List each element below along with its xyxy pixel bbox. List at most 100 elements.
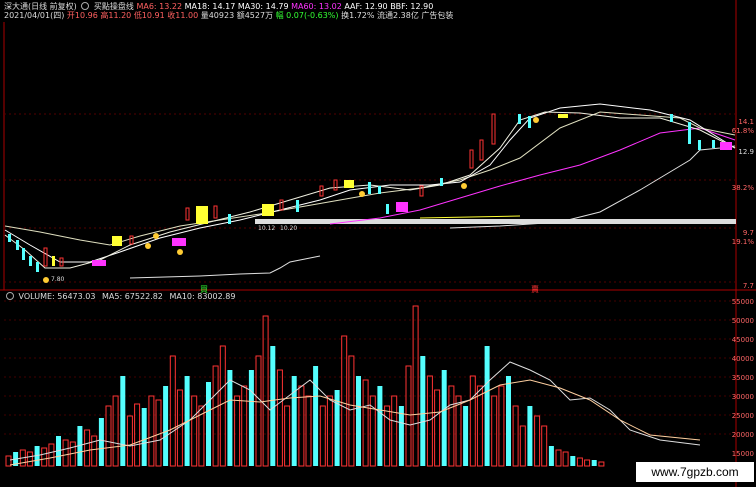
vol-axis-label: 40000	[731, 355, 754, 363]
candle	[185, 207, 190, 221]
volume-bar	[469, 375, 476, 467]
volume-bar	[362, 379, 369, 467]
candle	[440, 178, 443, 186]
vol-axis-label: 50000	[731, 317, 754, 325]
candle	[16, 240, 19, 250]
volume-bar	[420, 356, 426, 466]
volume-bar	[255, 355, 262, 467]
mid-price-label-2: 10.20	[280, 225, 298, 232]
volume-bar	[412, 305, 419, 467]
candle	[688, 122, 691, 144]
axis-label: 7.7	[742, 282, 754, 290]
candle	[333, 179, 338, 191]
smiley-icon	[153, 233, 159, 239]
vol-axis-label: 15000	[731, 450, 754, 458]
candle	[29, 256, 32, 266]
smiley-icon	[359, 191, 365, 197]
volume-bar	[426, 375, 433, 467]
volume-bar	[398, 406, 404, 466]
volume-bar	[484, 346, 490, 466]
smiley-icon	[533, 117, 539, 123]
axis-label: 61.8%	[731, 127, 754, 135]
low-price-label: 7.80	[51, 276, 65, 283]
volume-bar	[291, 376, 297, 466]
volume-bar	[598, 461, 605, 467]
volume-bar	[41, 447, 48, 467]
vol-axis-label: 20000	[731, 431, 754, 439]
volume-bar	[476, 385, 483, 467]
ma60-line	[329, 127, 736, 225]
watermark: www.7gpzb.com	[636, 462, 754, 482]
volume-bar	[234, 395, 241, 467]
volume-bar	[134, 403, 141, 467]
volume-bar	[298, 385, 305, 467]
volume-bar	[206, 382, 211, 466]
smiley-icon	[43, 277, 49, 283]
candle	[36, 262, 39, 272]
ma30-line	[4, 111, 736, 246]
volume-bar	[570, 456, 576, 466]
candle	[228, 214, 231, 224]
volume-bar	[527, 406, 533, 466]
candle	[386, 204, 389, 214]
volume-bar	[434, 389, 441, 467]
volume-bar	[498, 385, 505, 467]
volume-bar	[169, 355, 176, 467]
candle	[213, 205, 218, 219]
candle	[43, 247, 48, 267]
volume-bar	[405, 365, 412, 467]
smiley-icon	[145, 243, 151, 249]
volume-bar	[326, 395, 333, 467]
candle	[712, 140, 715, 148]
candle	[469, 149, 474, 169]
volume-bar	[48, 443, 55, 467]
vol-axis-label: 55000	[731, 298, 754, 306]
candle	[52, 256, 55, 266]
candle	[172, 238, 186, 246]
candle	[378, 186, 381, 194]
axis-label: 38.2%	[731, 184, 754, 192]
axis-label: 12.9	[738, 148, 754, 156]
volume-bar	[534, 415, 541, 467]
mid-price-label: 10.12	[258, 225, 276, 232]
volume-bar	[248, 370, 254, 466]
candle	[22, 248, 25, 260]
vol-axis-label: 25000	[731, 412, 754, 420]
volume-bar	[448, 385, 455, 467]
volume-bar	[356, 376, 361, 466]
volume-bar	[84, 429, 91, 467]
volume-bar	[541, 425, 548, 467]
candle	[196, 206, 208, 224]
candle	[479, 139, 484, 161]
volume-bar	[305, 395, 312, 467]
smiley-icon	[177, 249, 183, 255]
candle	[112, 236, 122, 246]
support-line	[129, 255, 321, 279]
volume-bar	[148, 395, 155, 467]
volume-bar	[348, 355, 355, 467]
volume-bar	[120, 376, 126, 466]
volume-bar	[562, 451, 569, 467]
volume-bar	[241, 385, 248, 467]
kline-chart[interactable]	[0, 0, 756, 487]
candle	[8, 234, 11, 242]
candle	[518, 114, 521, 124]
candle	[558, 114, 568, 118]
volume-bar	[26, 451, 33, 467]
volume-bar	[519, 425, 526, 467]
volume-bar	[91, 435, 98, 467]
candle	[396, 202, 408, 212]
axis-label: 19.1%	[731, 238, 754, 246]
sell-label: 賣	[531, 285, 539, 294]
volume-bar	[441, 370, 447, 466]
volume-bars	[5, 305, 605, 467]
volume-bar	[98, 418, 104, 466]
volume-bar	[112, 395, 119, 467]
volume-bar	[313, 366, 319, 466]
volume-bar	[126, 415, 133, 467]
volume-bar	[491, 395, 498, 467]
volume-bar	[191, 395, 198, 467]
volume-bar	[377, 386, 383, 466]
vol-axis-label: 45000	[731, 336, 754, 344]
axis-label: 9.7	[742, 229, 754, 237]
